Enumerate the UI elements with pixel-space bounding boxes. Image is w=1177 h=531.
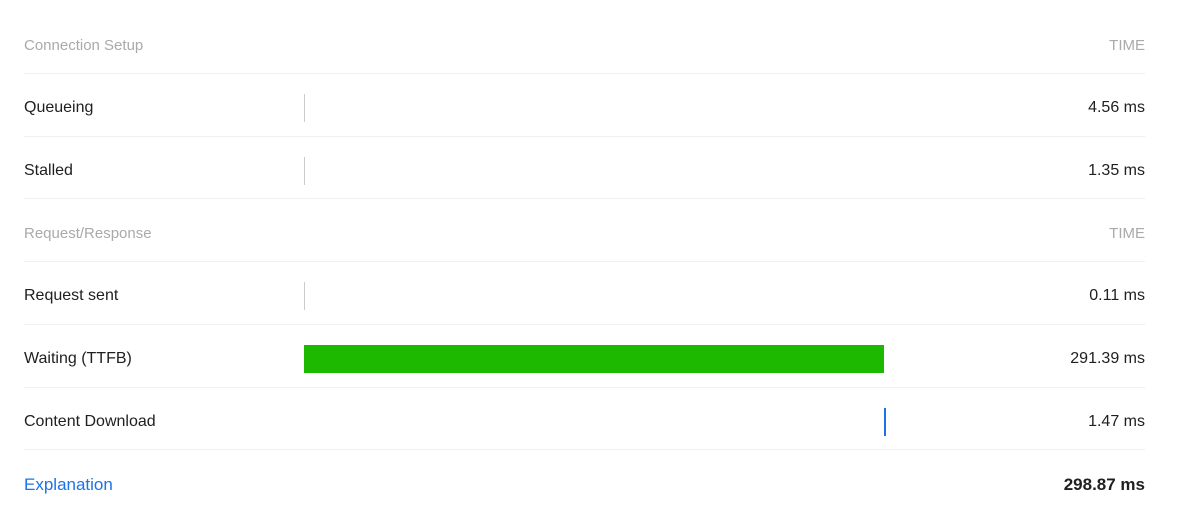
queueing-time: 4.56 ms <box>1045 99 1145 117</box>
stalled-label: Stalled <box>24 162 304 180</box>
stalled-row: Stalled 1.35 ms <box>24 143 1145 199</box>
stalled-tick <box>304 157 305 185</box>
request-sent-tick <box>304 282 305 310</box>
queueing-row: Queueing 4.56 ms <box>24 81 1145 137</box>
content-download-time: 1.47 ms <box>1045 413 1145 431</box>
timing-panel: Connection Setup TIME Queueing 4.56 ms S… <box>0 0 1177 531</box>
queueing-timeline <box>304 81 1045 136</box>
request-sent-time: 0.11 ms <box>1045 287 1145 305</box>
connection-setup-timeline <box>304 18 1045 73</box>
ttfb-bar <box>304 345 884 373</box>
waiting-ttfb-time: 291.39 ms <box>1045 350 1145 368</box>
content-download-row: Content Download 1.47 ms <box>24 394 1145 450</box>
footer-row: Explanation 298.87 ms <box>24 457 1145 513</box>
connection-setup-label: Connection Setup <box>24 37 304 54</box>
request-sent-label: Request sent <box>24 287 304 305</box>
content-download-timeline <box>304 394 1045 449</box>
waiting-ttfb-timeline <box>304 332 1045 387</box>
connection-setup-header: Connection Setup TIME <box>24 18 1145 74</box>
request-response-timeline <box>304 206 1045 261</box>
stalled-time: 1.35 ms <box>1045 162 1145 180</box>
connection-setup-time-header: TIME <box>1045 37 1145 54</box>
queueing-tick <box>304 94 305 122</box>
request-sent-timeline <box>304 269 1045 324</box>
request-response-time-header: TIME <box>1045 225 1145 242</box>
stalled-timeline <box>304 143 1045 198</box>
waiting-ttfb-row: Waiting (TTFB) 291.39 ms <box>24 332 1145 388</box>
request-sent-row: Request sent 0.11 ms <box>24 269 1145 325</box>
request-response-label: Request/Response <box>24 225 304 242</box>
explanation-link[interactable]: Explanation <box>24 475 113 495</box>
footer-timeline <box>113 457 1045 513</box>
content-download-label: Content Download <box>24 413 304 431</box>
total-time: 298.87 ms <box>1045 475 1145 495</box>
content-download-tick <box>884 408 886 436</box>
request-response-header: Request/Response TIME <box>24 206 1145 262</box>
waiting-ttfb-label: Waiting (TTFB) <box>24 350 304 368</box>
queueing-label: Queueing <box>24 99 304 117</box>
